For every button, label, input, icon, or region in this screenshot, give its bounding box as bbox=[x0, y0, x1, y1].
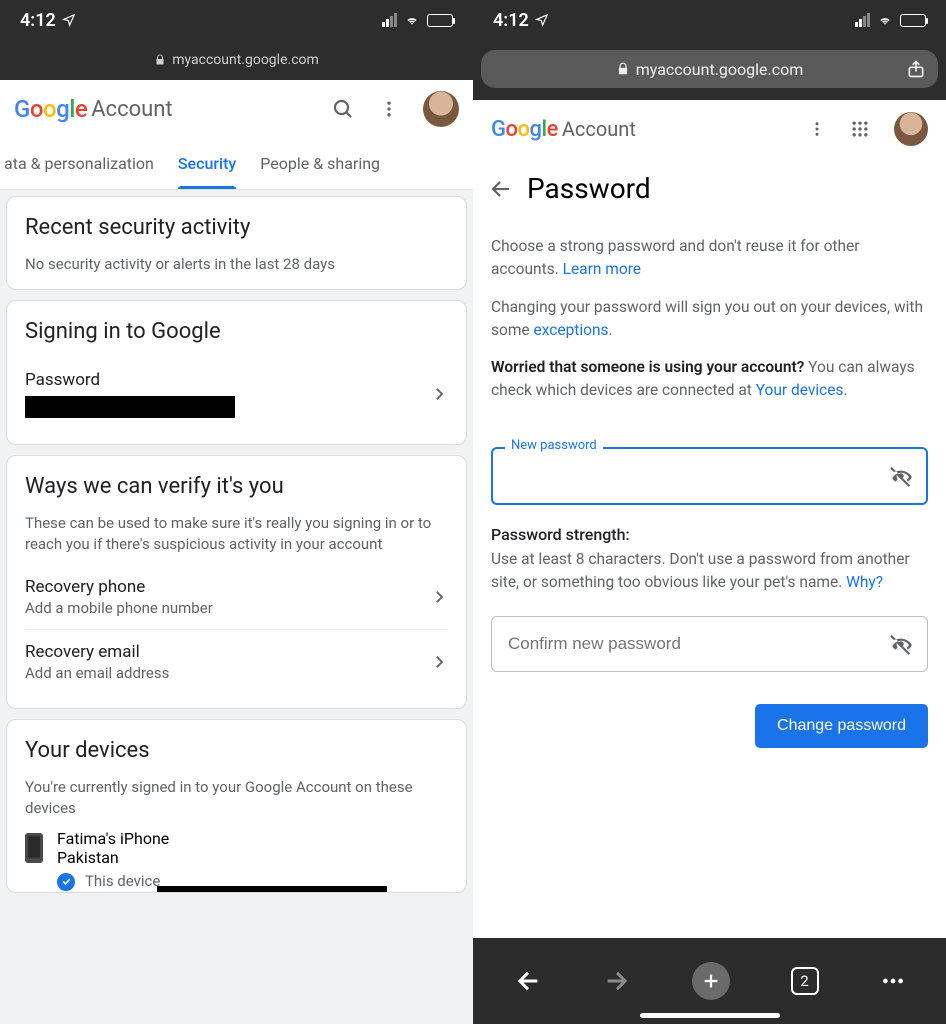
visibility-off-icon[interactable] bbox=[888, 631, 914, 657]
url-text: myaccount.google.com bbox=[172, 52, 319, 68]
intro-paragraph: Choose a strong password and don't reuse… bbox=[491, 235, 928, 282]
nav-back-button[interactable] bbox=[514, 967, 542, 995]
google-logo: Google bbox=[491, 117, 558, 142]
content: Password Choose a strong password and do… bbox=[473, 158, 946, 938]
recovery-email-label: Recovery email bbox=[25, 642, 430, 662]
browser-chrome: myaccount.google.com bbox=[473, 40, 946, 100]
your-devices-link[interactable]: Your devices bbox=[756, 381, 844, 399]
chevron-right-icon bbox=[430, 588, 448, 606]
visibility-off-icon[interactable] bbox=[888, 463, 914, 489]
tab-security[interactable]: Security bbox=[166, 138, 248, 189]
location-arrow-icon bbox=[535, 13, 549, 27]
row-password[interactable]: Password bbox=[25, 358, 448, 430]
nav-more-button[interactable] bbox=[880, 968, 906, 994]
signal-icon bbox=[855, 13, 870, 27]
chevron-right-icon bbox=[430, 385, 448, 403]
password-redacted bbox=[25, 396, 235, 418]
share-icon[interactable] bbox=[906, 59, 926, 79]
tab-count: 2 bbox=[791, 967, 819, 995]
apps-grid-icon[interactable] bbox=[850, 119, 870, 139]
this-device-label: This device bbox=[85, 872, 160, 890]
avatar[interactable] bbox=[423, 91, 459, 127]
left-screenshot: 4:12 myaccount.google.com Google Account… bbox=[0, 0, 473, 1024]
more-icon[interactable] bbox=[808, 120, 826, 138]
change-password-button[interactable]: Change password bbox=[755, 704, 928, 748]
page-title: Password bbox=[527, 172, 651, 205]
row-recovery-phone[interactable]: Recovery phone Add a mobile phone number bbox=[25, 565, 448, 629]
card-your-devices: Your devices You're currently signed in … bbox=[6, 719, 467, 893]
strength-body: Use at least 8 characters. Don't use a p… bbox=[491, 548, 928, 595]
more-icon[interactable] bbox=[379, 99, 399, 119]
recovery-phone-sub: Add a mobile phone number bbox=[25, 599, 430, 617]
status-bar: 4:12 bbox=[473, 0, 946, 40]
tabs: ata & personalization Security People & … bbox=[0, 138, 473, 190]
location-arrow-icon bbox=[62, 13, 76, 27]
lock-icon bbox=[616, 62, 630, 76]
tab-data-personalization[interactable]: ata & personalization bbox=[0, 138, 166, 189]
wifi-icon bbox=[876, 13, 894, 27]
redacted-bar bbox=[157, 886, 387, 892]
password-label: Password bbox=[25, 370, 430, 390]
phone-icon bbox=[25, 833, 43, 863]
device-name: Fatima's iPhone bbox=[57, 829, 169, 848]
card-body: You're currently signed in to your Googl… bbox=[25, 777, 448, 819]
nav-forward-button[interactable] bbox=[603, 967, 631, 995]
new-password-input[interactable] bbox=[491, 447, 928, 505]
confirm-password-input[interactable] bbox=[491, 616, 928, 672]
why-link[interactable]: Why? bbox=[846, 573, 883, 591]
signout-paragraph: Changing your password will sign you out… bbox=[491, 296, 928, 343]
nav-tabs-button[interactable]: 2 bbox=[791, 967, 819, 995]
recovery-email-sub: Add an email address bbox=[25, 664, 430, 682]
account-heading: Account bbox=[91, 97, 172, 122]
row-recovery-email[interactable]: Recovery email Add an email address bbox=[25, 629, 448, 694]
tab-people-sharing[interactable]: People & sharing bbox=[248, 138, 392, 189]
search-icon[interactable] bbox=[331, 97, 355, 121]
battery-icon bbox=[427, 14, 453, 27]
app-header: Google Account bbox=[473, 100, 946, 158]
new-password-label: New password bbox=[505, 438, 603, 453]
device-item[interactable]: Fatima's iPhone Pakistan This device bbox=[25, 819, 448, 892]
new-password-field-wrap: New password bbox=[491, 447, 928, 505]
nav-new-tab-button[interactable] bbox=[692, 962, 730, 1000]
url-text: myaccount.google.com bbox=[636, 60, 804, 79]
device-location: Pakistan bbox=[57, 848, 169, 867]
card-title: Signing in to Google bbox=[25, 319, 448, 344]
card-signing-in: Signing in to Google Password bbox=[6, 300, 467, 445]
account-heading: Account bbox=[562, 117, 636, 141]
card-recent-activity[interactable]: Recent security activity No security act… bbox=[6, 196, 467, 290]
content: Recent security activity No security act… bbox=[0, 190, 473, 1024]
card-verify: Ways we can verify it's you These can be… bbox=[6, 455, 467, 709]
battery-icon bbox=[900, 14, 926, 27]
status-time: 4:12 bbox=[493, 10, 529, 31]
check-icon bbox=[57, 873, 75, 891]
card-title: Recent security activity bbox=[25, 215, 448, 240]
card-title: Ways we can verify it's you bbox=[25, 474, 448, 499]
card-title: Your devices bbox=[25, 738, 448, 763]
avatar[interactable] bbox=[894, 112, 928, 146]
status-time: 4:12 bbox=[20, 10, 56, 31]
wifi-icon bbox=[403, 13, 421, 27]
app-header: Google Account bbox=[0, 80, 473, 138]
card-body: No security activity or alerts in the la… bbox=[25, 254, 448, 275]
right-screenshot: 4:12 myaccount.google.com Google Account bbox=[473, 0, 946, 1024]
browser-urlbar[interactable]: myaccount.google.com bbox=[0, 40, 473, 80]
signal-icon bbox=[382, 13, 397, 27]
exceptions-link[interactable]: exceptions bbox=[534, 321, 609, 339]
browser-bottom-nav: 2 bbox=[473, 938, 946, 1024]
google-logo: Google bbox=[14, 95, 87, 123]
strength-title: Password strength: bbox=[491, 525, 928, 544]
back-arrow-icon[interactable] bbox=[489, 177, 513, 201]
chevron-right-icon bbox=[430, 653, 448, 671]
worried-paragraph: Worried that someone is using your accou… bbox=[491, 356, 928, 403]
browser-urlbar[interactable]: myaccount.google.com bbox=[481, 50, 938, 88]
learn-more-link[interactable]: Learn more bbox=[563, 260, 641, 278]
confirm-password-field-wrap bbox=[491, 616, 928, 672]
card-body: These can be used to make sure it's real… bbox=[25, 513, 448, 555]
recovery-phone-label: Recovery phone bbox=[25, 577, 430, 597]
status-bar: 4:12 bbox=[0, 0, 473, 40]
home-indicator bbox=[640, 1013, 780, 1018]
lock-icon bbox=[154, 54, 166, 66]
